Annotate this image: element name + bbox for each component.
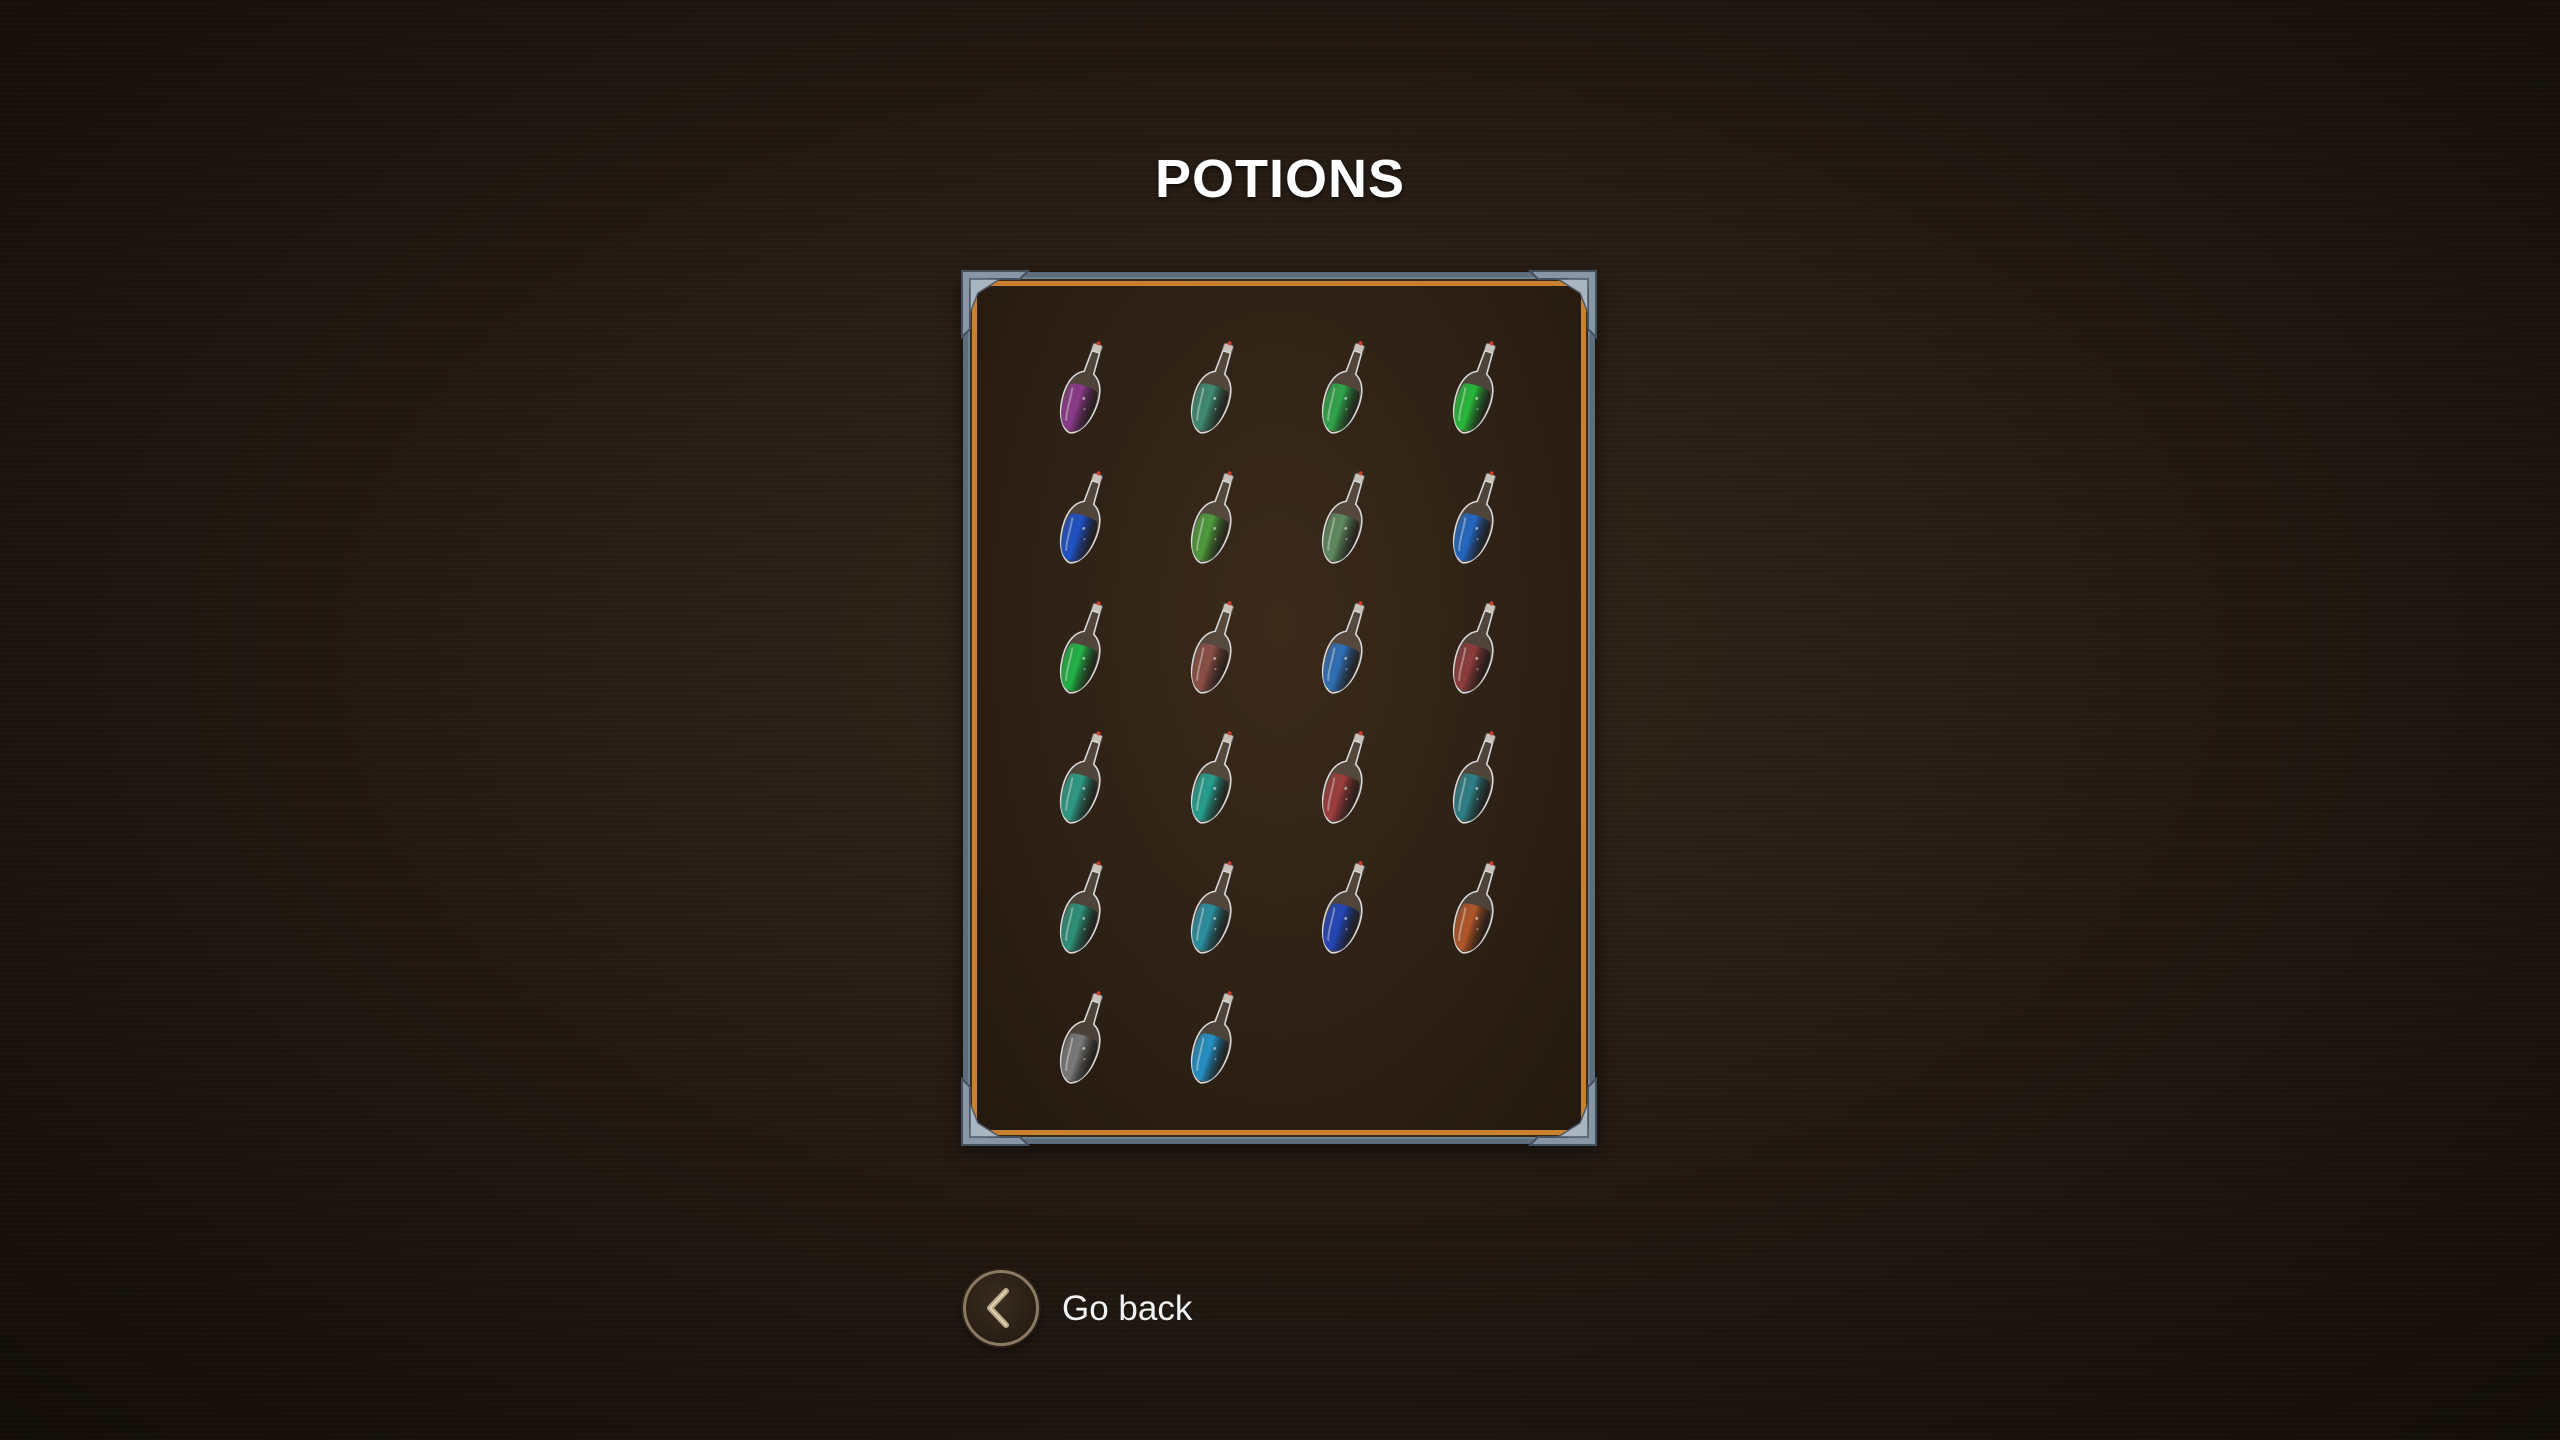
potion-gray-icon xyxy=(1059,991,1103,1084)
potion-slot[interactable] xyxy=(1442,598,1512,698)
potion-slot[interactable] xyxy=(1311,858,1381,958)
potion-slot[interactable] xyxy=(1311,338,1381,438)
potion-blue-icon xyxy=(1059,471,1103,564)
go-back-label[interactable]: Go back xyxy=(1062,1289,1192,1329)
potion-sage-icon xyxy=(1321,471,1365,564)
go-back-button[interactable] xyxy=(963,1270,1039,1346)
potion-grid xyxy=(977,286,1581,1130)
frame-corner-ornament xyxy=(961,270,1030,339)
potion-green-icon xyxy=(1321,341,1365,434)
page-title: POTIONS xyxy=(1154,149,1406,209)
potion-teal-icon xyxy=(1059,861,1103,954)
potion-slot[interactable] xyxy=(1049,598,1119,698)
potion-green-icon xyxy=(1190,471,1234,564)
potion-slot[interactable] xyxy=(1180,468,1250,568)
potion-cyan-icon xyxy=(1190,861,1234,954)
potion-slot[interactable] xyxy=(1049,988,1119,1088)
potion-slot[interactable] xyxy=(1180,988,1250,1088)
potion-green-icon xyxy=(1452,341,1496,434)
potion-red-icon xyxy=(1452,601,1496,694)
potion-blue-icon xyxy=(1321,601,1365,694)
potion-green-icon xyxy=(1059,601,1103,694)
potion-brown-icon xyxy=(1190,601,1234,694)
potion-slot[interactable] xyxy=(1311,468,1381,568)
potion-cyan-icon xyxy=(1190,991,1234,1084)
potion-orange-icon xyxy=(1452,861,1496,954)
potion-slot[interactable] xyxy=(1049,338,1119,438)
frame-corner-ornament xyxy=(1528,1077,1597,1146)
potion-slot[interactable] xyxy=(1180,598,1250,698)
potion-slot[interactable] xyxy=(1442,468,1512,568)
potion-slot[interactable] xyxy=(1049,728,1119,828)
potions-panel xyxy=(961,270,1597,1146)
potion-teal-icon xyxy=(1190,731,1234,824)
potion-red-icon xyxy=(1321,731,1365,824)
potion-slot[interactable] xyxy=(1180,858,1250,958)
potion-slot[interactable] xyxy=(1180,338,1250,438)
chevron-left-icon xyxy=(987,1288,1009,1328)
potion-slot[interactable] xyxy=(1049,858,1119,958)
potions-panel-inner xyxy=(970,279,1588,1137)
potion-slot[interactable] xyxy=(1049,468,1119,568)
potion-slot[interactable] xyxy=(1180,728,1250,828)
potion-teal-icon xyxy=(1452,731,1496,824)
potion-blue-icon xyxy=(1452,471,1496,564)
potion-slot[interactable] xyxy=(1442,858,1512,958)
frame-corner-ornament xyxy=(961,1077,1030,1146)
frame-corner-ornament xyxy=(1528,270,1597,339)
potion-slot[interactable] xyxy=(1311,598,1381,698)
potion-slot[interactable] xyxy=(1442,728,1512,828)
potion-teal-icon xyxy=(1190,341,1234,434)
potion-slot[interactable] xyxy=(1442,338,1512,438)
potion-slot[interactable] xyxy=(1311,728,1381,828)
potion-teal-icon xyxy=(1059,731,1103,824)
potion-blue-icon xyxy=(1321,861,1365,954)
potion-purple-icon xyxy=(1059,341,1103,434)
